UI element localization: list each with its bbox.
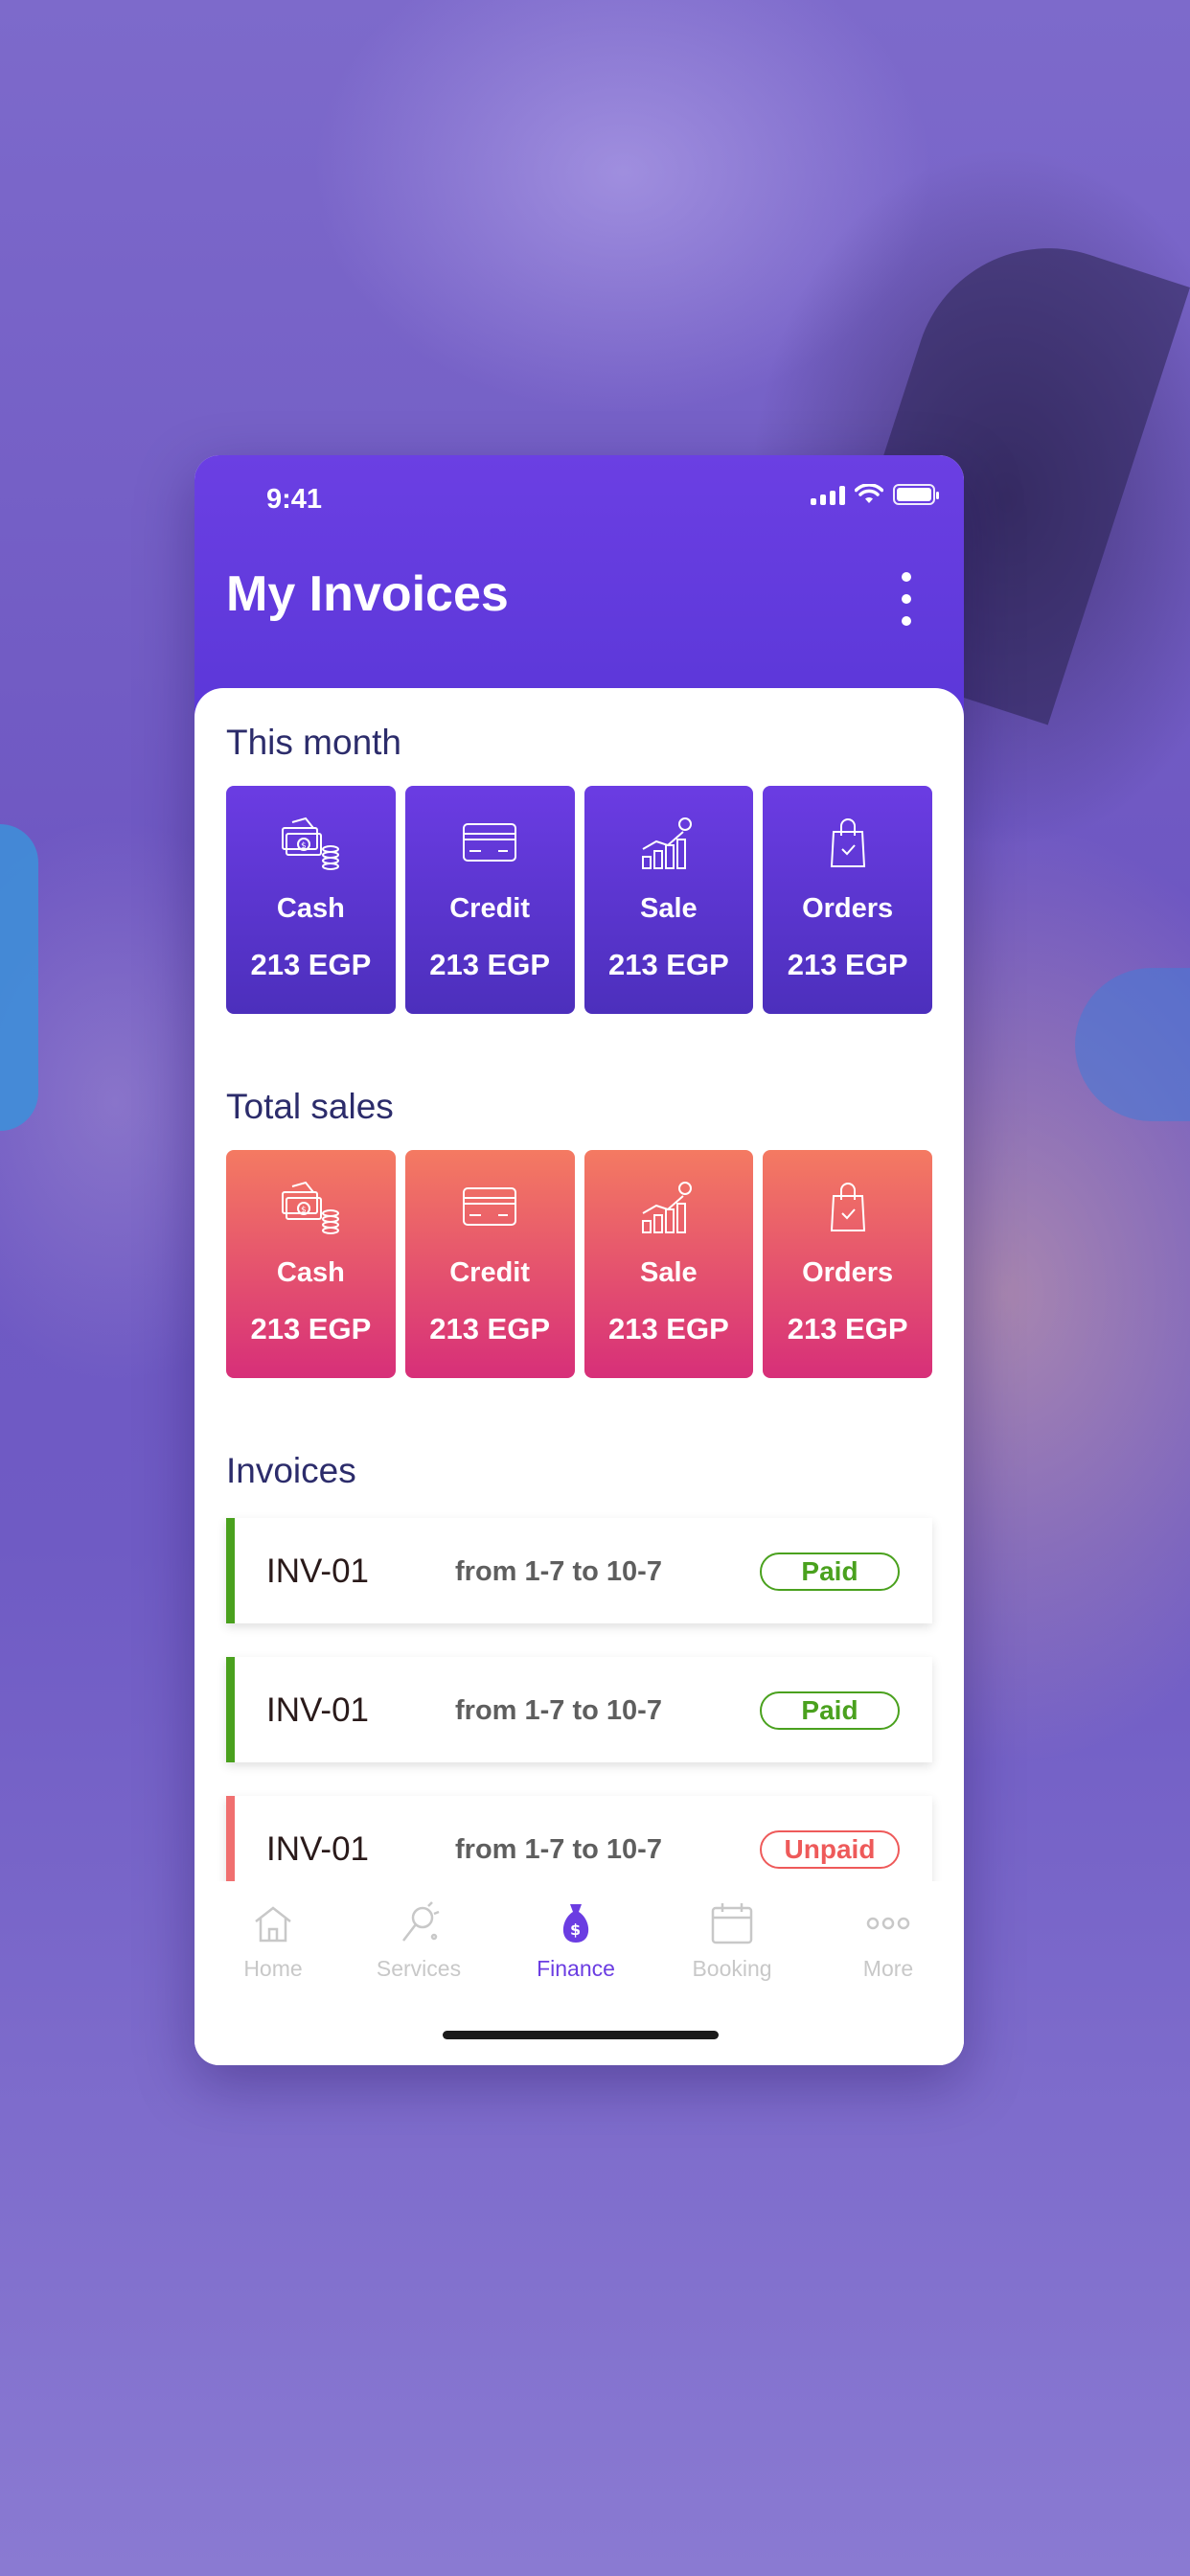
this-month-orders-card[interactable]: Orders 213 EGP: [763, 786, 932, 1014]
sales-growth-icon: [641, 1182, 692, 1233]
page-title: My Invoices: [226, 566, 509, 622]
invoice-status-badge: Paid: [760, 1552, 900, 1591]
total-sales-cash-card[interactable]: $ Cash 213 EGP: [226, 1150, 396, 1378]
shopping-bag-icon: [830, 1183, 865, 1231]
money-bag-icon: $: [562, 1904, 589, 1943]
invoice-date-range: from 1-7 to 10-7: [455, 1695, 662, 1726]
card-amount: 213 EGP: [250, 1312, 372, 1346]
tab-bar: Home Services $ Finance Booking More: [195, 1881, 964, 2065]
card-amount: 213 EGP: [429, 1312, 551, 1346]
home-icon: [255, 1906, 291, 1943]
invoice-id: INV-01: [266, 1830, 369, 1868]
invoice-date-range: from 1-7 to 10-7: [455, 1834, 662, 1865]
credit-card-icon: [463, 1187, 517, 1226]
this-month-sale-card[interactable]: Sale 213 EGP: [584, 786, 754, 1014]
home-indicator: [443, 2031, 719, 2039]
card-amount: 213 EGP: [607, 1312, 729, 1346]
tab-home[interactable]: Home: [216, 1900, 331, 1982]
card-amount: 213 EGP: [787, 1312, 908, 1346]
wifi-icon: [855, 484, 883, 503]
shopping-bag-icon: [830, 818, 865, 867]
section-title-total-sales: Total sales: [226, 1087, 394, 1126]
signal-icon: [811, 484, 845, 505]
total-sales-orders-card[interactable]: Orders 213 EGP: [763, 1150, 932, 1378]
tab-more[interactable]: More: [831, 1900, 946, 1982]
status-icons: [811, 484, 939, 505]
card-label: Orders: [802, 893, 894, 924]
invoice-id: INV-01: [266, 1691, 369, 1729]
card-label: Credit: [449, 893, 531, 924]
invoice-status-badge: Unpaid: [760, 1830, 900, 1869]
card-amount: 213 EGP: [429, 948, 551, 981]
total-sales-cards: $ Cash 213 EGP Credit 213 EGP Sale 213 E…: [226, 1150, 932, 1378]
invoice-status-badge: Paid: [760, 1691, 900, 1730]
svg-text:$: $: [570, 1920, 581, 1939]
credit-card-icon: [463, 823, 517, 862]
section-title-invoices: Invoices: [226, 1451, 356, 1490]
status-bar: 9:41: [195, 455, 964, 541]
battery-icon: [893, 484, 939, 505]
total-sales-sale-card[interactable]: Sale 213 EGP: [584, 1150, 754, 1378]
main-content: This month $ Cash 213 EGP Credit 213 EGP: [195, 688, 964, 2065]
tab-label: More: [862, 1956, 914, 1981]
background-photo-shape: [0, 824, 38, 1131]
invoice-id: INV-01: [266, 1552, 369, 1590]
phone-screen: 9:41 My Invoices This month $ Cash 213 E…: [195, 455, 964, 2065]
card-amount: 213 EGP: [787, 948, 908, 981]
this-month-credit-card[interactable]: Credit 213 EGP: [404, 786, 575, 1014]
cash-icon: $: [282, 816, 340, 870]
card-label: Credit: [449, 1257, 531, 1288]
card-label: Orders: [802, 1257, 894, 1288]
tab-booking[interactable]: Booking: [675, 1900, 790, 1982]
tab-label: Finance: [537, 1956, 615, 1981]
status-time: 9:41: [266, 484, 323, 515]
tab-services[interactable]: Services: [361, 1900, 476, 1982]
card-amount: 213 EGP: [250, 948, 372, 981]
card-label: Cash: [276, 1257, 345, 1288]
cash-icon: $: [282, 1181, 340, 1234]
this-month-cards: $ Cash 213 EGP Credit 213 EGP Sale 213 E…: [226, 786, 932, 1014]
tab-finance[interactable]: $ Finance: [518, 1900, 633, 1982]
section-title-this-month: This month: [226, 723, 402, 762]
tab-label: Services: [376, 1956, 462, 1981]
calendar-icon: [711, 1903, 753, 1944]
more-dots-icon: [866, 1917, 910, 1930]
invoice-date-range: from 1-7 to 10-7: [455, 1556, 662, 1587]
background-photo-shape: [1075, 968, 1190, 1121]
more-options-icon[interactable]: [897, 572, 916, 626]
card-label: Cash: [276, 893, 345, 924]
tab-label: Booking: [692, 1956, 772, 1981]
sales-growth-icon: [641, 817, 692, 869]
this-month-cash-card[interactable]: $ Cash 213 EGP: [226, 786, 396, 1014]
card-amount: 213 EGP: [607, 948, 729, 981]
card-label: Sale: [640, 1257, 698, 1288]
app-header: 9:41 My Invoices: [195, 455, 964, 724]
svg-text:$: $: [301, 841, 307, 851]
total-sales-credit-card[interactable]: Credit 213 EGP: [404, 1150, 575, 1378]
card-label: Sale: [640, 893, 698, 924]
tab-label: Home: [243, 1956, 303, 1981]
svg-text:$: $: [301, 1206, 307, 1215]
invoice-row[interactable]: INV-01 from 1-7 to 10-7 Paid: [226, 1657, 932, 1762]
invoice-row[interactable]: INV-01 from 1-7 to 10-7 Paid: [226, 1518, 932, 1623]
services-icon: [402, 1901, 440, 1942]
